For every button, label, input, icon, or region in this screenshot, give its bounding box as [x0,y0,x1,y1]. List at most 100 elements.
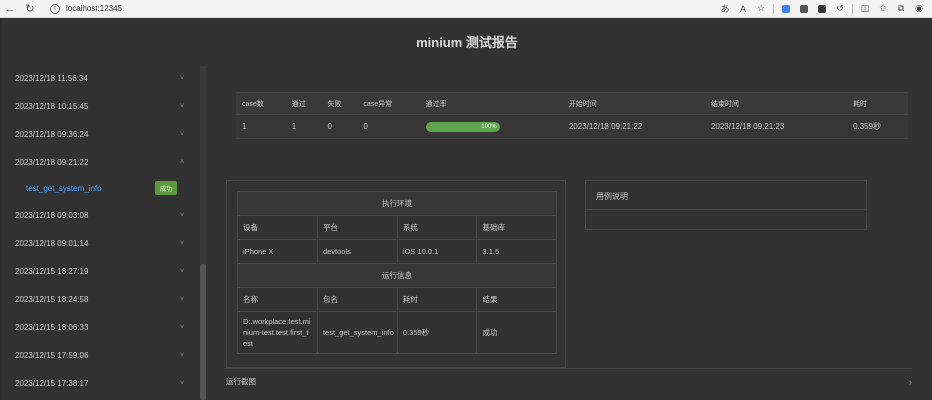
run-header-name: 名称 [237,287,318,312]
extension-shield-icon[interactable] [777,0,795,18]
run-timestamp: 2023/12/18 10:15:45 [15,101,89,111]
env-header-device: 设备 [237,215,318,240]
summary-table: case数 通过 失败 case异常 通过率 开始时间 结束时间 耗时 1 1 … [236,92,908,139]
case-description-panel: 用例说明 [585,180,867,230]
status-badge: 成功 [155,181,177,195]
start-time: 2023/12/18 09:21:22 [562,114,705,139]
case-count: 1 [236,114,286,139]
table-row: 1 1 0 0 100% 2023/12/18 09:21:22 2023/12… [236,114,908,139]
failed-count: 0 [321,114,358,139]
run-timestamp: 2023/12/18 09:01:14 [15,238,89,248]
header-errors: case异常 [357,92,420,115]
report-page: minium 测试报告 2023/12/18 11:56:34 ˅ 2023/1… [2,18,932,400]
pass-rate-label: 100% [481,123,497,130]
address-bar[interactable]: i localhost:12345 [50,2,122,16]
chevron-down-icon: ˅ [180,74,185,82]
chevron-down-icon: ˅ [180,379,185,387]
run-timestamp: 2023/12/18 09:03:08 [15,210,89,220]
env-platform: devtools [316,239,398,264]
run-name-line: D:.workplace.test.mi [243,317,311,326]
sidebar-run-item[interactable]: 2023/12/18 11:56:34 ˅ [2,68,200,88]
run-section-title: 运行信息 [237,263,557,288]
run-timestamp: 2023/12/18 11:56:34 [15,73,88,83]
environment-panel: 执行环境 设备 平台 系统 基础库 iPhone X devtools iOS … [226,180,566,368]
header-start-time: 开始时间 [562,92,705,115]
sidebar-run-item[interactable]: 2023/12/15 18:24:58 ˅ [2,289,200,309]
run-name-line: nium-test.test.first_t [243,328,309,337]
run-name: D:.workplace.test.mi nium-test.test.firs… [237,311,318,354]
chevron-down-icon: ˅ [180,323,185,331]
case-name-link[interactable]: test_get_system_info [26,184,102,193]
sidebar-run-item[interactable]: 2023/12/15 17:59:06 ˅ [2,345,200,365]
env-section-title: 执行环境 [237,191,557,216]
chevron-down-icon: ˅ [180,130,185,138]
header-pass-rate: 通过率 [419,92,563,115]
case-description-title: 用例说明 [596,192,628,201]
page-title: minium 测试报告 [416,35,518,50]
pass-rate-progress: 100% [425,121,500,132]
pass-rate-cell: 100% [419,114,563,139]
passed-count: 1 [285,114,322,139]
extension-box-icon[interactable] [813,0,831,18]
sidebar-run-item[interactable]: 2023/12/15 17:38:17 ˅ [2,373,200,393]
sidebar-run-item[interactable]: 2023/12/18 09:01:14 ˅ [2,233,200,253]
sidebar-run-item[interactable]: 2023/12/18 09:03:08 ˅ [2,205,200,225]
split-screen-icon[interactable]: ◫ [856,0,874,18]
run-header-duration: 耗时 [396,287,478,312]
collections-icon[interactable]: ⧉ [892,0,910,18]
run-timestamp: 2023/12/15 17:38:17 [15,378,89,388]
sidebar-scrollbar-thumb[interactable] [200,264,206,400]
chevron-down-icon: ˅ [180,211,185,219]
run-timestamp: 2023/12/15 18:27:19 [15,266,89,276]
favorites-icon[interactable]: ✩ [874,0,892,18]
chevron-down-icon: ˅ [180,295,185,303]
extension-robot-icon[interactable] [795,0,813,18]
end-time: 2023/12/18 09:21:23 [704,114,848,139]
chevron-down-icon: ˅ [180,267,185,275]
env-sdk: 3.1.5 [476,239,557,264]
run-package: test_get_system_info [316,311,398,354]
read-aloud-icon[interactable]: A [734,0,752,18]
run-timestamp: 2023/12/15 18:06:33 [15,322,89,332]
toolbar-divider [852,3,853,14]
extension-refresh-icon[interactable]: ↺ [831,0,849,18]
env-os: iOS 10.0.1 [396,239,478,264]
back-icon[interactable]: ← [0,0,20,18]
chevron-up-icon: ˄ [180,158,185,166]
run-header-result: 结果 [476,287,557,312]
profile-icon[interactable]: ◉ [910,0,928,18]
run-timestamp: 2023/12/15 18:24:58 [15,294,89,304]
duration: 0.359秒 [847,114,908,139]
screenshots-section-toggle[interactable]: 运行截图 › [224,368,912,394]
case-description-divider [586,209,866,210]
header-duration: 耗时 [847,92,908,115]
run-name-line: est [243,339,254,348]
run-history-sidebar: 2023/12/18 11:56:34 ˅ 2023/12/18 10:15:4… [2,66,200,400]
run-duration: 0.359秒 [396,311,478,354]
chevron-right-icon: › [909,376,912,387]
favorite-star-icon[interactable]: ☆ [752,0,770,18]
reload-icon[interactable]: ↻ [20,0,40,18]
header-failed: 失败 [321,92,358,115]
browser-toolbar: ← ↻ i localhost:12345 あ A ☆ ↺ ◫ ✩ ⧉ ◉ [0,0,932,18]
sidebar-case-item[interactable]: test_get_system_info 成功 [2,178,200,198]
run-timestamp: 2023/12/18 09:21:22 [15,157,89,167]
sidebar-run-item[interactable]: 2023/12/15 18:06:33 ˅ [2,317,200,337]
env-device: iPhone X [237,239,318,264]
screenshots-label: 运行截图 [226,377,256,386]
sidebar-run-item[interactable]: 2023/12/15 18:27:19 ˅ [2,261,200,281]
sidebar-run-item-expanded[interactable]: 2023/12/18 09:21:22 ˄ [2,152,200,172]
header-passed: 通过 [285,92,322,115]
env-header-platform: 平台 [316,215,398,240]
sidebar-run-item[interactable]: 2023/12/18 10:15:45 ˅ [2,96,200,116]
site-info-icon[interactable]: i [50,3,60,14]
address-url: localhost:12345 [66,4,123,13]
run-timestamp: 2023/12/15 17:59:06 [15,350,89,360]
run-header-package: 包名 [316,287,398,312]
translate-icon[interactable]: あ [716,0,734,18]
summary-header-row: case数 通过 失败 case异常 通过率 开始时间 结束时间 耗时 [236,92,908,115]
chevron-down-icon: ˅ [180,102,185,110]
env-header-sdk: 基础库 [476,215,557,240]
sidebar-run-item[interactable]: 2023/12/18 09:36:24 ˅ [2,124,200,144]
chevron-down-icon: ˅ [180,351,185,359]
